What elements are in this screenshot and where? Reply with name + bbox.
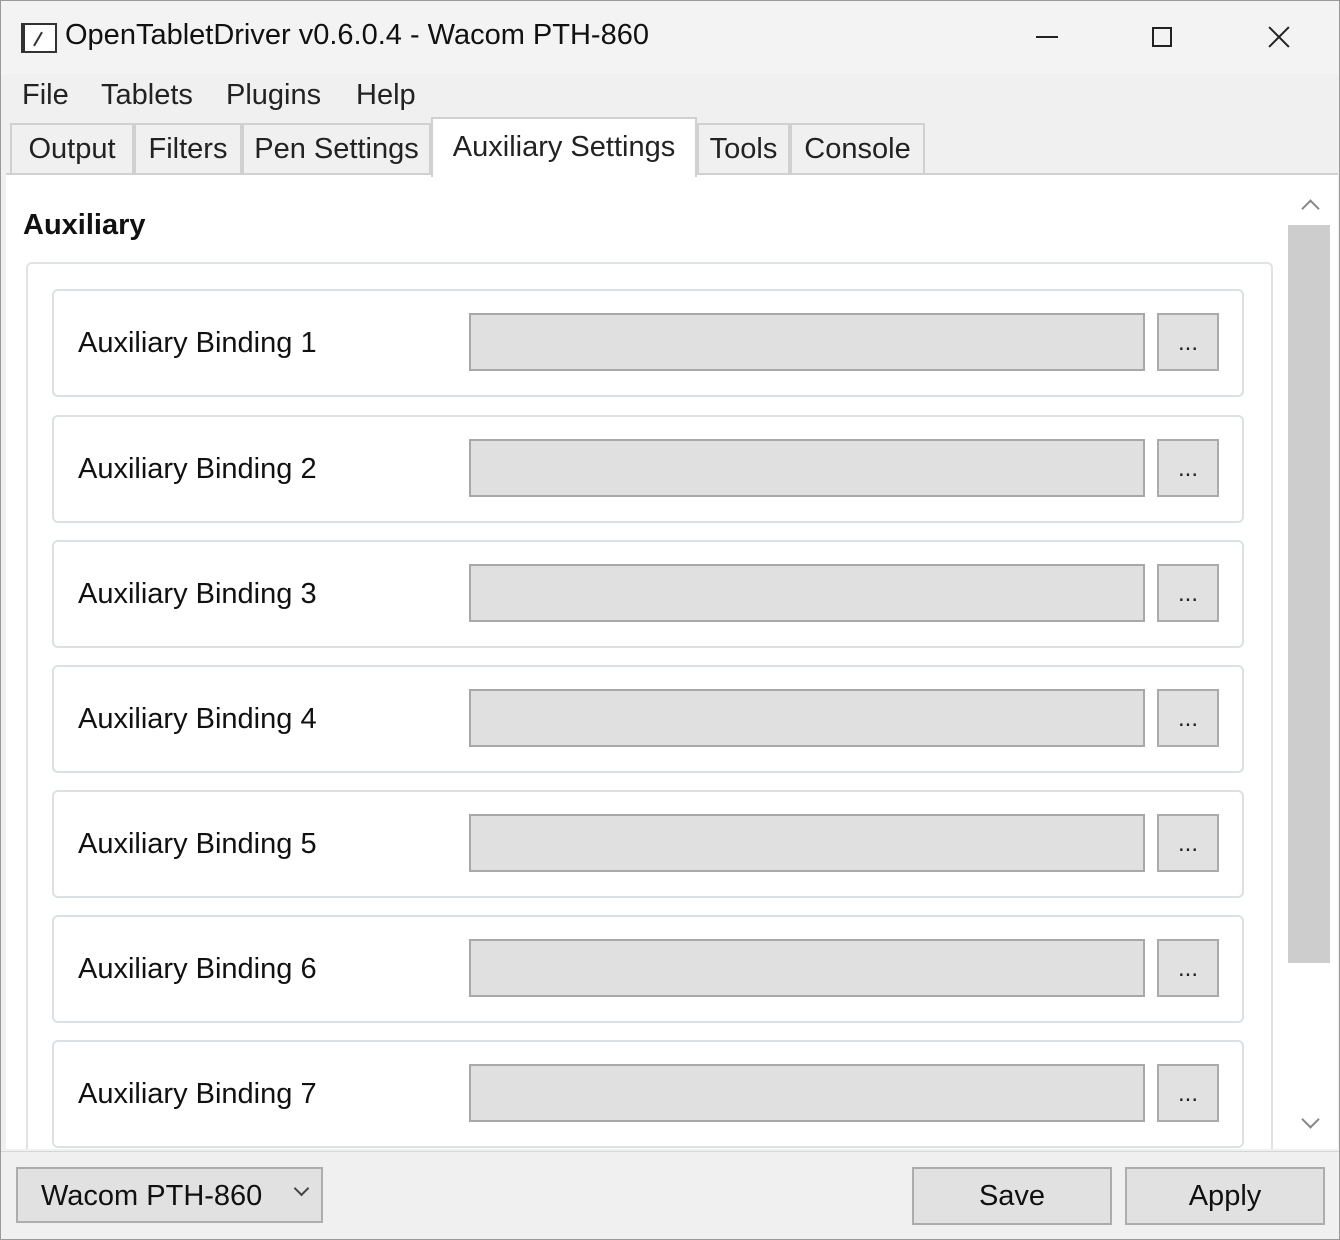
binding-field-6[interactable] [469, 939, 1145, 997]
minimize-button[interactable] [1017, 15, 1077, 59]
binding-row-6: Auxiliary Binding 6 ... [52, 915, 1244, 1023]
chevron-up-icon[interactable] [1298, 193, 1322, 217]
tab-console[interactable]: Console [790, 123, 925, 175]
binding-field-7[interactable] [469, 1064, 1145, 1122]
app-icon [21, 23, 57, 53]
binding-row-5: Auxiliary Binding 5 ... [52, 790, 1244, 898]
tab-auxiliary-settings[interactable]: Auxiliary Settings [431, 117, 697, 177]
binding-field-4[interactable] [469, 689, 1145, 747]
menu-help[interactable]: Help [354, 79, 418, 112]
binding-field-3[interactable] [469, 564, 1145, 622]
scrollbar-thumb[interactable] [1288, 225, 1330, 963]
binding-browse-button-5[interactable]: ... [1157, 814, 1219, 872]
binding-browse-button-7[interactable]: ... [1157, 1064, 1219, 1122]
close-icon [1268, 26, 1290, 48]
binding-field-1[interactable] [469, 313, 1145, 371]
binding-row-1: Auxiliary Binding 1 ... [52, 289, 1244, 397]
menu-plugins[interactable]: Plugins [224, 79, 323, 112]
binding-browse-button-1[interactable]: ... [1157, 313, 1219, 371]
apply-button[interactable]: Apply [1125, 1167, 1325, 1225]
binding-browse-button-2[interactable]: ... [1157, 439, 1219, 497]
chevron-down-icon [294, 1183, 308, 1197]
menu-bar: File Tablets Plugins Help [1, 75, 1339, 119]
maximize-icon [1152, 27, 1172, 47]
tablet-select-value: Wacom PTH-860 [41, 1180, 263, 1212]
menu-file[interactable]: File [20, 79, 71, 112]
binding-browse-button-4[interactable]: ... [1157, 689, 1219, 747]
binding-label: Auxiliary Binding 7 [78, 1078, 317, 1110]
bottom-bar: Wacom PTH-860 Save Apply [1, 1151, 1339, 1239]
tab-pen-settings[interactable]: Pen Settings [242, 123, 431, 175]
binding-row-3: Auxiliary Binding 3 ... [52, 540, 1244, 648]
tab-strip: Output Filters Pen Settings Auxiliary Se… [1, 117, 1339, 177]
tab-filters[interactable]: Filters [134, 123, 242, 175]
binding-field-5[interactable] [469, 814, 1145, 872]
minimize-icon [1036, 36, 1058, 38]
save-button[interactable]: Save [912, 1167, 1112, 1225]
title-bar[interactable]: OpenTabletDriver v0.6.0.4 - Wacom PTH-86… [1, 1, 1339, 75]
binding-row-2: Auxiliary Binding 2 ... [52, 415, 1244, 523]
auxiliary-settings-panel[interactable]: Auxiliary Auxiliary Binding 1 ... Auxili… [6, 173, 1338, 1149]
binding-label: Auxiliary Binding 2 [78, 453, 317, 485]
binding-label: Auxiliary Binding 4 [78, 703, 317, 735]
window-title: OpenTabletDriver v0.6.0.4 - Wacom PTH-86… [65, 19, 649, 51]
close-button[interactable] [1249, 15, 1309, 59]
vertical-scrollbar[interactable] [1288, 181, 1332, 1149]
tablet-select-dropdown[interactable]: Wacom PTH-860 [16, 1167, 323, 1223]
binding-browse-button-6[interactable]: ... [1157, 939, 1219, 997]
binding-label: Auxiliary Binding 3 [78, 578, 317, 610]
binding-row-7: Auxiliary Binding 7 ... [52, 1040, 1244, 1148]
binding-browse-button-3[interactable]: ... [1157, 564, 1219, 622]
app-window: OpenTabletDriver v0.6.0.4 - Wacom PTH-86… [0, 0, 1340, 1240]
maximize-button[interactable] [1132, 15, 1192, 59]
binding-label: Auxiliary Binding 5 [78, 828, 317, 860]
binding-row-4: Auxiliary Binding 4 ... [52, 665, 1244, 773]
section-title: Auxiliary [23, 209, 146, 241]
binding-field-2[interactable] [469, 439, 1145, 497]
tab-output[interactable]: Output [10, 123, 134, 175]
binding-label: Auxiliary Binding 6 [78, 953, 317, 985]
binding-label: Auxiliary Binding 1 [78, 327, 317, 359]
chevron-down-icon[interactable] [1298, 1111, 1322, 1135]
tab-tools[interactable]: Tools [697, 123, 790, 175]
menu-tablets[interactable]: Tablets [99, 79, 195, 112]
